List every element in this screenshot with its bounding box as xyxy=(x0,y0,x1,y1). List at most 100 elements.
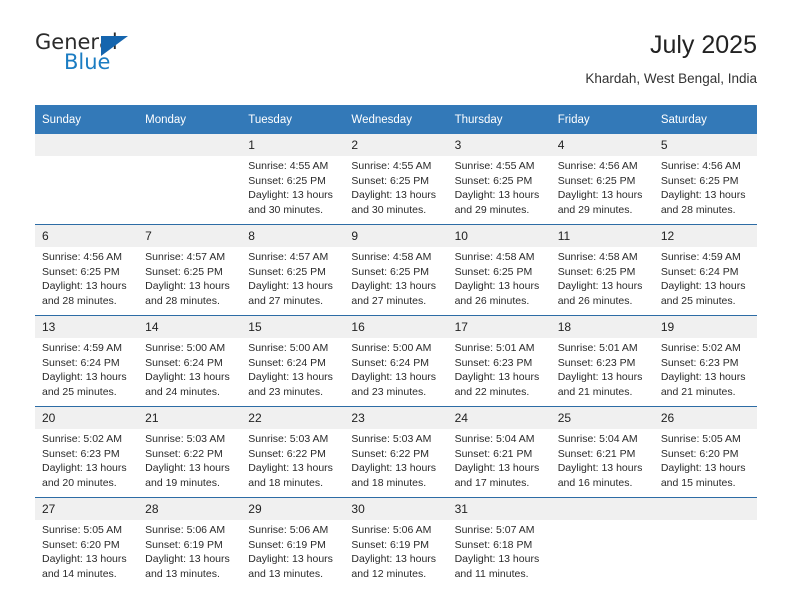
day-number: 18 xyxy=(550,316,654,338)
day-number: 17 xyxy=(447,316,551,338)
calendar-cell-day[interactable]: 14 Sunrise: 5:00 AM Sunset: 6:24 PM Dayligh… xyxy=(138,315,242,407)
calendar-cell-day[interactable]: 23 Sunrise: 5:03 AM Sunset: 6:22 PM Dayligh… xyxy=(344,406,448,498)
day-number: 6 xyxy=(35,225,139,247)
calendar-cell-day[interactable]: 9 Sunrise: 4:58 AM Sunset: 6:25 PM Daylight… xyxy=(344,224,448,316)
calendar-cell-inner xyxy=(653,498,757,588)
sunset-text: Sunset: 6:25 PM xyxy=(660,174,739,187)
calendar-cell-day[interactable]: 1 Sunrise: 4:55 AM Sunset: 6:25 PM Daylight… xyxy=(241,134,345,225)
calendar-cell-inner: 15 Sunrise: 5:00 AM Sunset: 6:24 PM Dayligh… xyxy=(241,316,345,406)
calendar-cell-day[interactable]: 6 Sunrise: 4:56 AM Sunset: 6:25 PM Daylight… xyxy=(35,224,139,316)
day-number: 1 xyxy=(241,134,345,156)
weekday-header-sunday: Sunday xyxy=(35,105,139,134)
general-blue-logo[interactable]: General Blue xyxy=(35,30,155,80)
sunrise-text: Sunrise: 4:56 AM xyxy=(557,160,638,172)
calendar-cell-inner: 16 Sunrise: 5:00 AM Sunset: 6:24 PM Dayligh… xyxy=(344,316,448,406)
calendar-week-row: 1 Sunrise: 4:55 AM Sunset: 6:25 PM Daylight… xyxy=(35,134,757,225)
calendar-cell-day[interactable]: 15 Sunrise: 5:00 AM Sunset: 6:24 PM Dayligh… xyxy=(241,315,345,407)
sunset-text: Sunset: 6:24 PM xyxy=(351,356,430,369)
sunrise-text: Sunrise: 4:55 AM xyxy=(351,160,432,172)
sunset-text: Sunset: 6:19 PM xyxy=(351,538,430,551)
day-number: 31 xyxy=(447,498,551,520)
daylight-text: Daylight: 13 hours and 18 minutes. xyxy=(351,462,437,489)
day-number: 21 xyxy=(138,407,242,429)
calendar-cell-day[interactable]: 28 Sunrise: 5:06 AM Sunset: 6:19 PM Dayligh… xyxy=(138,497,242,588)
sunrise-text: Sunrise: 5:06 AM xyxy=(248,524,329,536)
calendar-cell-inner: 28 Sunrise: 5:06 AM Sunset: 6:19 PM Dayligh… xyxy=(138,498,242,588)
calendar-cell-inner: 29 Sunrise: 5:06 AM Sunset: 6:19 PM Dayligh… xyxy=(241,498,345,588)
day-details: Sunrise: 4:56 AM Sunset: 6:25 PM Daylight:… xyxy=(551,156,654,217)
calendar-cell-inner: 24 Sunrise: 5:04 AM Sunset: 6:21 PM Dayligh… xyxy=(447,407,551,497)
calendar-cell-day[interactable]: 2 Sunrise: 4:55 AM Sunset: 6:25 PM Daylight… xyxy=(344,134,448,225)
calendar-cell-inner: 9 Sunrise: 4:58 AM Sunset: 6:25 PM Daylight… xyxy=(344,225,448,315)
calendar-cell-empty xyxy=(138,134,242,225)
calendar-cell-inner: 17 Sunrise: 5:01 AM Sunset: 6:23 PM Dayligh… xyxy=(447,316,551,406)
calendar-cell-day[interactable]: 7 Sunrise: 4:57 AM Sunset: 6:25 PM Daylight… xyxy=(138,224,242,316)
day-number: 5 xyxy=(653,134,757,156)
calendar-cell-day[interactable]: 21 Sunrise: 5:03 AM Sunset: 6:22 PM Dayligh… xyxy=(138,406,242,498)
calendar-cell-day[interactable]: 29 Sunrise: 5:06 AM Sunset: 6:19 PM Dayligh… xyxy=(241,497,345,588)
calendar-cell-day[interactable]: 26 Sunrise: 5:05 AM Sunset: 6:20 PM Dayligh… xyxy=(653,406,757,498)
calendar-cell-day[interactable]: 13 Sunrise: 4:59 AM Sunset: 6:24 PM Dayligh… xyxy=(35,315,139,407)
calendar-cell-inner: 25 Sunrise: 5:04 AM Sunset: 6:21 PM Dayligh… xyxy=(550,407,654,497)
weekday-header-saturday: Saturday xyxy=(653,105,757,134)
calendar-cell-inner: 7 Sunrise: 4:57 AM Sunset: 6:25 PM Daylight… xyxy=(138,225,242,315)
sunrise-text: Sunrise: 5:06 AM xyxy=(351,524,432,536)
calendar-cell-day[interactable]: 10 Sunrise: 4:58 AM Sunset: 6:25 PM Dayligh… xyxy=(447,224,551,316)
sunrise-text: Sunrise: 4:55 AM xyxy=(248,160,329,172)
calendar-cell-day[interactable]: 30 Sunrise: 5:06 AM Sunset: 6:19 PM Dayligh… xyxy=(344,497,448,588)
calendar-cell-day[interactable]: 17 Sunrise: 5:01 AM Sunset: 6:23 PM Dayligh… xyxy=(447,315,551,407)
sunset-text: Sunset: 6:25 PM xyxy=(42,265,120,278)
calendar-cell-day[interactable]: 8 Sunrise: 4:57 AM Sunset: 6:25 PM Daylight… xyxy=(241,224,345,316)
calendar-cell-inner: 31 Sunrise: 5:07 AM Sunset: 6:18 PM Dayligh… xyxy=(447,498,551,588)
calendar-cell-inner: 22 Sunrise: 5:03 AM Sunset: 6:22 PM Dayligh… xyxy=(241,407,345,497)
calendar-cell-day[interactable]: 12 Sunrise: 4:59 AM Sunset: 6:24 PM Dayligh… xyxy=(653,224,757,316)
weekday-header-tuesday: Tuesday xyxy=(241,105,345,134)
calendar-cell-inner: 18 Sunrise: 5:01 AM Sunset: 6:23 PM Dayligh… xyxy=(550,316,654,406)
calendar-cell-day[interactable]: 4 Sunrise: 4:56 AM Sunset: 6:25 PM Daylight… xyxy=(550,134,654,225)
calendar-cell-day[interactable]: 27 Sunrise: 5:05 AM Sunset: 6:20 PM Dayligh… xyxy=(35,497,139,588)
calendar-cell-day[interactable]: 3 Sunrise: 4:55 AM Sunset: 6:25 PM Daylight… xyxy=(447,134,551,225)
sunset-text: Sunset: 6:19 PM xyxy=(145,538,223,551)
sunrise-text: Sunrise: 4:57 AM xyxy=(145,251,226,263)
day-details: Sunrise: 5:06 AM Sunset: 6:19 PM Daylight:… xyxy=(241,520,344,581)
sunrise-text: Sunrise: 5:02 AM xyxy=(42,433,122,445)
weekday-header-monday: Monday xyxy=(138,105,242,134)
sunrise-text: Sunrise: 5:01 AM xyxy=(454,342,535,354)
weekday-header-wednesday: Wednesday xyxy=(344,105,448,134)
calendar-body: 1 Sunrise: 4:55 AM Sunset: 6:25 PM Daylight… xyxy=(35,134,757,588)
calendar-cell-inner xyxy=(35,134,139,224)
day-number: 22 xyxy=(241,407,345,429)
calendar-cell-day[interactable]: 25 Sunrise: 5:04 AM Sunset: 6:21 PM Dayligh… xyxy=(550,406,654,498)
calendar-cell-day[interactable]: 18 Sunrise: 5:01 AM Sunset: 6:23 PM Dayligh… xyxy=(550,315,654,407)
daylight-text: Daylight: 13 hours and 27 minutes. xyxy=(248,280,333,307)
calendar-cell-day[interactable]: 5 Sunrise: 4:56 AM Sunset: 6:25 PM Daylight… xyxy=(653,134,757,225)
calendar-cell-day[interactable]: 22 Sunrise: 5:03 AM Sunset: 6:22 PM Dayligh… xyxy=(241,406,345,498)
title-block: July 2025 Khardah, West Bengal, India xyxy=(585,28,757,90)
calendar-cell-day[interactable]: 20 Sunrise: 5:02 AM Sunset: 6:23 PM Dayligh… xyxy=(35,406,139,498)
calendar-cell-inner: 19 Sunrise: 5:02 AM Sunset: 6:23 PM Dayligh… xyxy=(653,316,757,406)
day-number: 8 xyxy=(241,225,345,247)
day-number: 19 xyxy=(653,316,757,338)
daylight-text: Daylight: 13 hours and 24 minutes. xyxy=(145,371,230,398)
calendar-cell-empty xyxy=(550,497,654,588)
day-details: Sunrise: 5:00 AM Sunset: 6:24 PM Daylight:… xyxy=(241,338,344,399)
calendar-week-row: 20 Sunrise: 5:02 AM Sunset: 6:23 PM Dayligh… xyxy=(35,406,757,498)
calendar-cell-day[interactable]: 16 Sunrise: 5:00 AM Sunset: 6:24 PM Dayligh… xyxy=(344,315,448,407)
calendar-cell-inner: 14 Sunrise: 5:00 AM Sunset: 6:24 PM Dayligh… xyxy=(138,316,242,406)
page-title: July 2025 xyxy=(649,31,757,59)
calendar-cell-day[interactable]: 11 Sunrise: 4:58 AM Sunset: 6:25 PM Dayligh… xyxy=(550,224,654,316)
day-number xyxy=(138,134,242,156)
calendar-cell-day[interactable]: 24 Sunrise: 5:04 AM Sunset: 6:21 PM Dayligh… xyxy=(447,406,551,498)
day-details: Sunrise: 5:01 AM Sunset: 6:23 PM Daylight:… xyxy=(551,338,654,399)
day-number: 15 xyxy=(241,316,345,338)
daylight-text: Daylight: 13 hours and 29 minutes. xyxy=(557,189,643,216)
sunset-text: Sunset: 6:25 PM xyxy=(248,265,326,278)
calendar-cell-inner: 3 Sunrise: 4:55 AM Sunset: 6:25 PM Daylight… xyxy=(447,134,551,224)
day-details: Sunrise: 4:59 AM Sunset: 6:24 PM Daylight:… xyxy=(654,247,757,308)
calendar-cell-day[interactable]: 31 Sunrise: 5:07 AM Sunset: 6:18 PM Dayligh… xyxy=(447,497,551,588)
calendar-cell-inner xyxy=(550,498,654,588)
daylight-text: Daylight: 13 hours and 27 minutes. xyxy=(351,280,437,307)
calendar-cell-day[interactable]: 19 Sunrise: 5:02 AM Sunset: 6:23 PM Dayligh… xyxy=(653,315,757,407)
sunset-text: Sunset: 6:21 PM xyxy=(557,447,636,460)
page-header: General Blue July 2025 Khardah, West Ben… xyxy=(35,28,757,94)
